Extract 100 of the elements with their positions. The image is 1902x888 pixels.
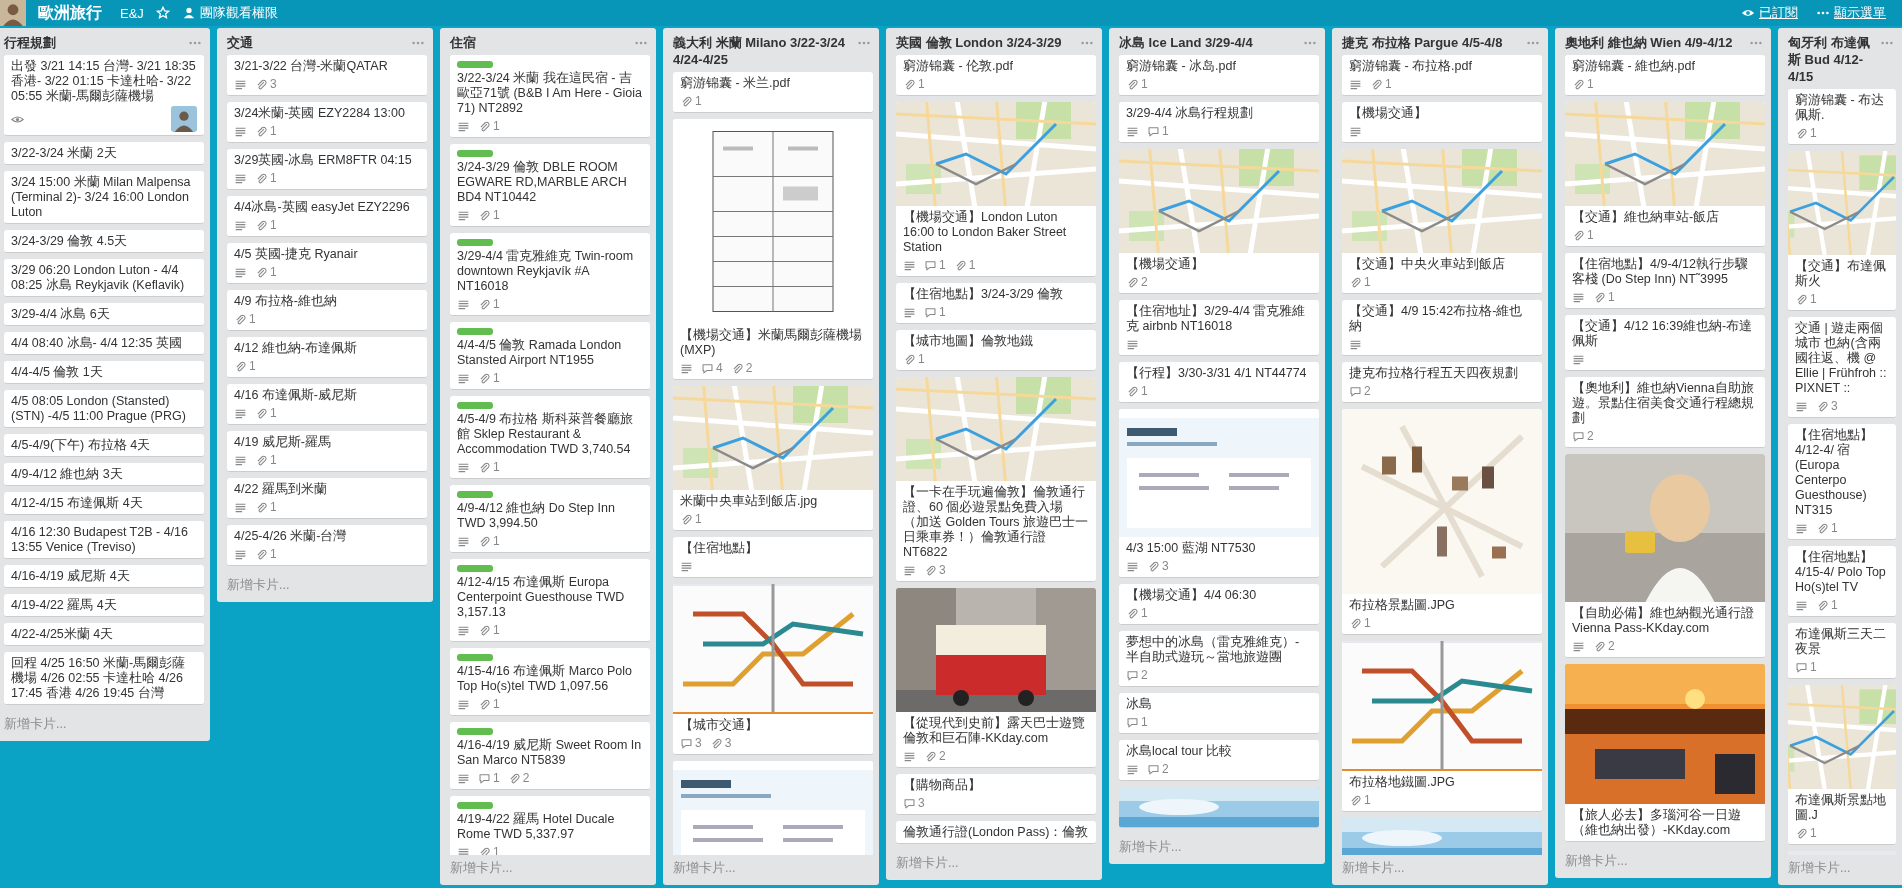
card[interactable]: 4/22 羅馬到米蘭 1	[227, 478, 427, 519]
card[interactable]: 4/15-4/16 布達佩斯 Marco Polo Top Ho(s)tel TWD 1,097.56 1	[450, 648, 650, 716]
card[interactable]: 4/12 維也納-布達佩斯 1	[227, 337, 427, 378]
card[interactable]: 米蘭中央車站到飯店.jpg 1	[673, 386, 873, 531]
card[interactable]: 4/5 英國-捷克 Ryanair 1	[227, 243, 427, 284]
card[interactable]: 冰島local tour 比較 2	[1119, 740, 1319, 781]
card[interactable]: 夢想中的冰島（雷克雅維克）-半自助式遊玩～當地旅遊團 2	[1119, 631, 1319, 687]
card[interactable]: 4/22-4/25米蘭 4天	[4, 623, 204, 646]
card[interactable]: 【住宿地址】3/29-4/4 雷克雅維克 airbnb NT16018	[1119, 300, 1319, 356]
card[interactable]: 4/19-4/22 羅馬 4天	[4, 594, 204, 617]
card[interactable]: 【住宿地點】3/24-3/29 倫敦 1	[896, 283, 1096, 324]
card[interactable]: 【旅人必去】多瑙河谷一日遊（維也納出發）-KKday.com	[1565, 664, 1765, 842]
more-icon[interactable]	[634, 40, 648, 46]
card[interactable]: 窮游锦囊 - 布拉格.pdf 1	[1342, 55, 1542, 96]
card[interactable]: 【機場交通】米蘭馬爾彭薩機場 (MXP) 4 2	[673, 119, 873, 380]
card[interactable]: 【交通】4/12 16:39維也納-布達佩斯	[1565, 315, 1765, 371]
list-title[interactable]: 捷克 布拉格 Pargue 4/5-4/8	[1342, 34, 1503, 51]
card[interactable]: 4/4冰島-英國 easyJet EZY2296 1	[227, 196, 427, 237]
card[interactable]: 4/9-4/12 維也納 3天	[4, 463, 204, 486]
card[interactable]: 4/16-4/19 威尼斯 Sweet Room In San Marco NT5839 1 2	[450, 722, 650, 790]
card[interactable]: 【交通】中央火車站到飯店 1	[1342, 149, 1542, 294]
card[interactable]: 4/3 15:00 藍湖 NT7530 3	[1119, 409, 1319, 578]
card[interactable]: 3/29-4/4 雷克雅維克 Twin-room downtown Reykjavík #A NT16018 1	[450, 233, 650, 316]
more-icon[interactable]	[411, 40, 425, 46]
card[interactable]: 4/25-4/26 米蘭-台灣 1	[227, 525, 427, 566]
more-icon[interactable]	[1080, 40, 1094, 46]
card[interactable]: 3/29-4/4 冰島行程規劃 1	[1119, 102, 1319, 143]
card[interactable]: 【交通】4/9 15:42布拉格-維也納	[1342, 300, 1542, 356]
list-title[interactable]: 英國 倫敦 London 3/24-3/29	[896, 34, 1062, 51]
card[interactable]: 窮游锦囊 - 伦敦.pdf 1	[896, 55, 1096, 96]
card[interactable]: 4/5-4/9(下午) 布拉格 4天	[4, 434, 204, 457]
card[interactable]: 布達佩斯景點地圖.J 1	[1788, 685, 1896, 845]
card[interactable]: 4/4 08:40 冰島- 4/4 12:35 英國	[4, 332, 204, 355]
card[interactable]: 4/5-4/9 布拉格 斯科萊普餐廳旅館 Sklep Restaurant & Accommodation TWD 3,740.54 1	[450, 396, 650, 479]
more-icon[interactable]	[1303, 40, 1317, 46]
card[interactable]: 【行程】3/30-3/31 4/1 NT44774 1	[1119, 362, 1319, 403]
card[interactable]: 【奧地利】維也納Vienna自助旅遊。景點住宿美食交通行程總規劃 2	[1565, 377, 1765, 448]
more-icon[interactable]	[1749, 40, 1763, 46]
card[interactable]: 4/4-4/5 倫敦 Ramada London Stansted Airport NT1955 1	[450, 322, 650, 390]
card[interactable]: 3/24米蘭-英國 EZY2284 13:00 1	[227, 102, 427, 143]
list-title[interactable]: 義大利 米蘭 Milano 3/22-3/24 4/24-4/25	[673, 34, 857, 68]
card[interactable]: 窮游锦囊 - 維也納.pdf 1	[1565, 55, 1765, 96]
card[interactable]: 3/21-3/22 台灣-米蘭QATAR 3	[227, 55, 427, 96]
card[interactable]: 4/9-4/12 維也納 Do Step Inn TWD 3,994.50 1	[450, 485, 650, 553]
list-title[interactable]: 匈牙利 布達佩斯 Bud 4/12-4/15	[1788, 34, 1880, 85]
card[interactable]: 4/5 08:05 London (Stansted) (STN) -4/5 11:00 Prague (PRG)	[4, 390, 204, 428]
card[interactable]: 4/12-4/15 布達佩斯 4天	[4, 492, 204, 515]
card[interactable]: 回程 4/25 16:50 米蘭-馬爾彭薩機場 4/26 02:55 卡達杜哈 4/26 17:45 香港 4/26 19:45 台灣	[4, 652, 204, 705]
more-icon[interactable]	[857, 40, 871, 46]
card[interactable]: 出發 3/21 14:15 台灣- 3/21 18:35 香港- 3/22 01:15 卡達杜哈- 3/22 05:55 米蘭-馬爾彭薩機場	[4, 55, 204, 136]
card[interactable]: 4/19 威尼斯-羅馬 1	[227, 431, 427, 472]
list-title[interactable]: 交通	[227, 34, 253, 51]
more-icon[interactable]	[1880, 40, 1894, 46]
card[interactable]: 倫敦通行證(London Pass)：倫敦	[896, 821, 1096, 844]
card[interactable]: 【機場交通】 2	[1119, 149, 1319, 294]
card[interactable]: 【從現代到史前】露天巴士遊覽倫敦和巨石陣-KKday.com 2	[896, 588, 1096, 768]
card[interactable]: 【交通】維也納車站-飯店 1	[1565, 102, 1765, 247]
card[interactable]: 3/24-3/29 倫敦 4.5天	[4, 230, 204, 253]
card[interactable]: 【住宿地點】4/12-4/ 宿 (Europa Centerpo Guesthouse) NT315 1	[1788, 424, 1896, 540]
card[interactable]: 3/24-3/29 倫敦 DBLE ROOM EGWARE RD,MARBLE ARCH BD4 NT10442 1	[450, 144, 650, 227]
card[interactable]: 窮游锦囊 - 冰岛.pdf 1	[1119, 55, 1319, 96]
card[interactable]: 【住宿地點】4/15-4/ Polo Top Ho(s)tel TV 1	[1788, 546, 1896, 617]
card[interactable]: 【城市交通】 3 3	[673, 584, 873, 755]
card[interactable]: 【交通】布達佩斯火 1	[1788, 151, 1896, 311]
more-icon[interactable]	[188, 40, 202, 46]
card[interactable]: 窮游锦囊 - 米兰.pdf 1	[673, 72, 873, 113]
list-title[interactable]: 住宿	[450, 34, 476, 51]
card[interactable]: 【機場交通】London Luton 16:00 to London Baker Street Station 1 1	[896, 102, 1096, 277]
card[interactable]: 4/16 12:30 Budapest T2B - 4/16 13:55 Venice (Treviso)	[4, 521, 204, 559]
card[interactable]: 4/16-4/19 威尼斯 4天	[4, 565, 204, 588]
list-title[interactable]: 冰島 Ice Land 3/29-4/4	[1119, 34, 1253, 51]
card[interactable]: 布拉格地鐵圖.JPG 1	[1342, 641, 1542, 812]
card[interactable]: 4/9 布拉格-維也納 1	[227, 290, 427, 331]
card[interactable]: 【機場交通】4/4 06:30 1	[1119, 584, 1319, 625]
star-icon[interactable]	[155, 6, 170, 20]
card[interactable]: 窮游锦囊 - 布达佩斯. 1	[1788, 89, 1896, 145]
card[interactable]: 4/4-4/5 倫敦 1天	[4, 361, 204, 384]
card[interactable]: 3/22-3/24 米蘭 我在這民宿 - 吉歐亞71號 (B&B I Am Here - Gioia 71) NT2892 1	[450, 55, 650, 138]
list-title[interactable]: 奧地利 維也納 Wien 4/9-4/12	[1565, 34, 1733, 51]
card[interactable]: 3/29英國-冰島 ERM8FTR 04:15 1	[227, 149, 427, 190]
card[interactable]: 【住宿地點】4/9-4/12執行步驟客棧 (Do Step Inn) NT˜3995 1	[1565, 253, 1765, 309]
card[interactable]: 交通 | 遊走兩個城市 也納(含兩國往返、機 @ Ellie | Frühfroh :: PIXNET :: 3	[1788, 317, 1896, 418]
list-title[interactable]: 行程規劃	[4, 34, 56, 51]
card[interactable]: 捷克布拉格行程五天四夜規劃 2	[1342, 362, 1542, 403]
card[interactable]: 【一卡在手玩遍倫敦】倫敦通行證、60 個必遊景點免費入場（加送 Golden Tours 旅遊巴士一日乘車券！）倫敦通行證 NT6822 3	[896, 377, 1096, 582]
card[interactable]: 【機場交通】	[1342, 102, 1542, 143]
card[interactable]: 【購物商品】 3	[896, 774, 1096, 815]
card[interactable]: 4/16 布達佩斯-威尼斯 1	[227, 384, 427, 425]
card[interactable]: 3/29-4/4 冰島 6天	[4, 303, 204, 326]
card[interactable]: 【住宿地點】	[673, 537, 873, 578]
card[interactable]: 【自助必備】維也納觀光通行證 Vienna Pass-KKday.com 2	[1565, 454, 1765, 658]
card[interactable]: 4/12-4/15 布達佩斯 Europa Centerpoint Guesthouse TWD 3,157.13 1	[450, 559, 650, 642]
more-icon[interactable]	[1526, 40, 1540, 46]
card[interactable]: 3/24 15:00 米蘭 Milan Malpensa (Terminal 2)- 3/24 16:00 London Luton	[4, 171, 204, 224]
avatar-icon[interactable]	[171, 106, 197, 132]
card[interactable]: 布拉格景點圖.JPG 1	[1342, 409, 1542, 635]
card[interactable]: 3/29 06:20 London Luton - 4/4 08:25 冰島 Reykjavik (Keflavik)	[4, 259, 204, 297]
card[interactable]: 冰島 1	[1119, 693, 1319, 734]
card[interactable]: 【城市地圖】倫敦地鐵 1	[896, 330, 1096, 371]
card[interactable]: 3/22-3/24 米蘭 2天	[4, 142, 204, 165]
